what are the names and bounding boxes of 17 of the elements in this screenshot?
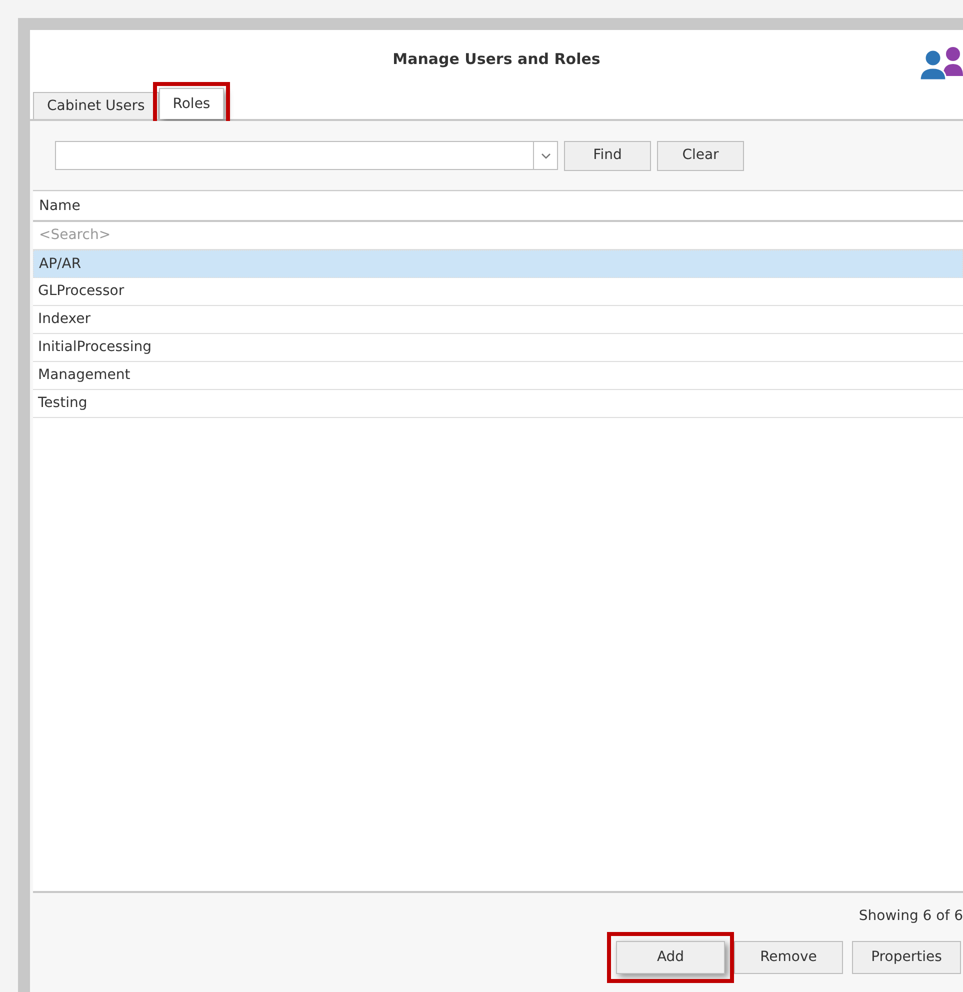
action-button[interactable]: Add	[616, 941, 725, 974]
status-text: Showing 6 of 6	[858, 907, 963, 926]
search-button[interactable]: Clear	[657, 140, 744, 170]
action-button[interactable]: Properties	[852, 941, 961, 974]
search-button[interactable]: Find	[564, 140, 651, 170]
search-combobox[interactable]	[55, 141, 558, 170]
column-header[interactable]: Name	[39, 196, 80, 216]
role-row[interactable]: Management	[33, 362, 963, 390]
search-row-field[interactable]: <Search>	[39, 225, 339, 246]
window-title: Manage Users and Roles	[392, 48, 600, 70]
role-row[interactable]: AP/AR	[33, 250, 963, 278]
role-row[interactable]: InitialProcessing	[33, 334, 963, 362]
role-row[interactable]: GLProcessor	[33, 278, 963, 306]
role-row[interactable]: Indexer	[33, 306, 963, 334]
action-button[interactable]: Remove	[734, 941, 843, 974]
tab[interactable]: Cabinet Users	[33, 92, 159, 119]
role-row[interactable]: Testing	[33, 390, 963, 418]
